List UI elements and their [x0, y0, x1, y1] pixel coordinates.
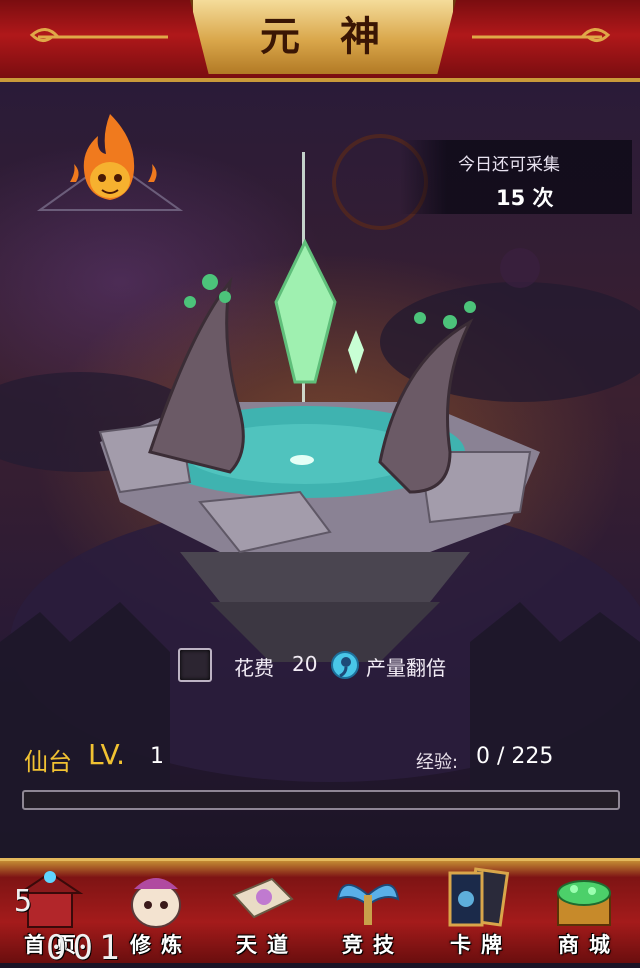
shop-icon — [557, 880, 611, 926]
heaven-path-icon — [232, 877, 294, 919]
page-title: 元神 — [260, 14, 420, 60]
level-prefix: LV. — [88, 738, 125, 771]
remaining-collect-count: 15 次 — [496, 186, 554, 210]
nav-item-cards[interactable]: 卡牌 — [426, 861, 526, 963]
fire-spirit-icon — [36, 114, 184, 211]
cultivate-icon — [131, 878, 181, 928]
nav-label-cards: 卡牌 — [450, 933, 512, 957]
title-bar: 元神 — [0, 0, 640, 82]
experience-bar — [22, 790, 620, 810]
platform-label: 仙台 — [24, 748, 72, 776]
arena-icon — [336, 884, 400, 925]
double-output-label: 产量翻倍 — [366, 656, 446, 680]
nav-label-arena: 竞技 — [342, 933, 404, 957]
level-value: 1 — [150, 744, 164, 769]
double-output-checkbox[interactable] — [178, 648, 212, 682]
nav-label-heaven-path: 天道 — [236, 933, 298, 957]
experience-label: 经验: — [416, 752, 459, 773]
cost-amount: 20 — [292, 652, 318, 676]
cards-icon — [448, 867, 510, 927]
cost-label: 花费 — [234, 656, 274, 680]
spirit-gem-icon — [331, 651, 359, 679]
ornament-right-icon — [472, 28, 611, 42]
remaining-collect-label: 今日还可采集 — [458, 155, 560, 175]
nav-item-heaven-path[interactable]: 天道 — [212, 861, 312, 963]
overlay-digit: 5 — [14, 884, 33, 919]
nav-label-shop: 商城 — [558, 933, 620, 957]
nav-item-shop[interactable]: 商城 — [534, 861, 634, 963]
experience-value: 0 / 225 — [476, 744, 554, 769]
nav-item-arena[interactable]: 竞技 — [318, 861, 418, 963]
overlay-digits: 001 — [46, 928, 126, 968]
ornament-left-icon — [29, 28, 168, 42]
